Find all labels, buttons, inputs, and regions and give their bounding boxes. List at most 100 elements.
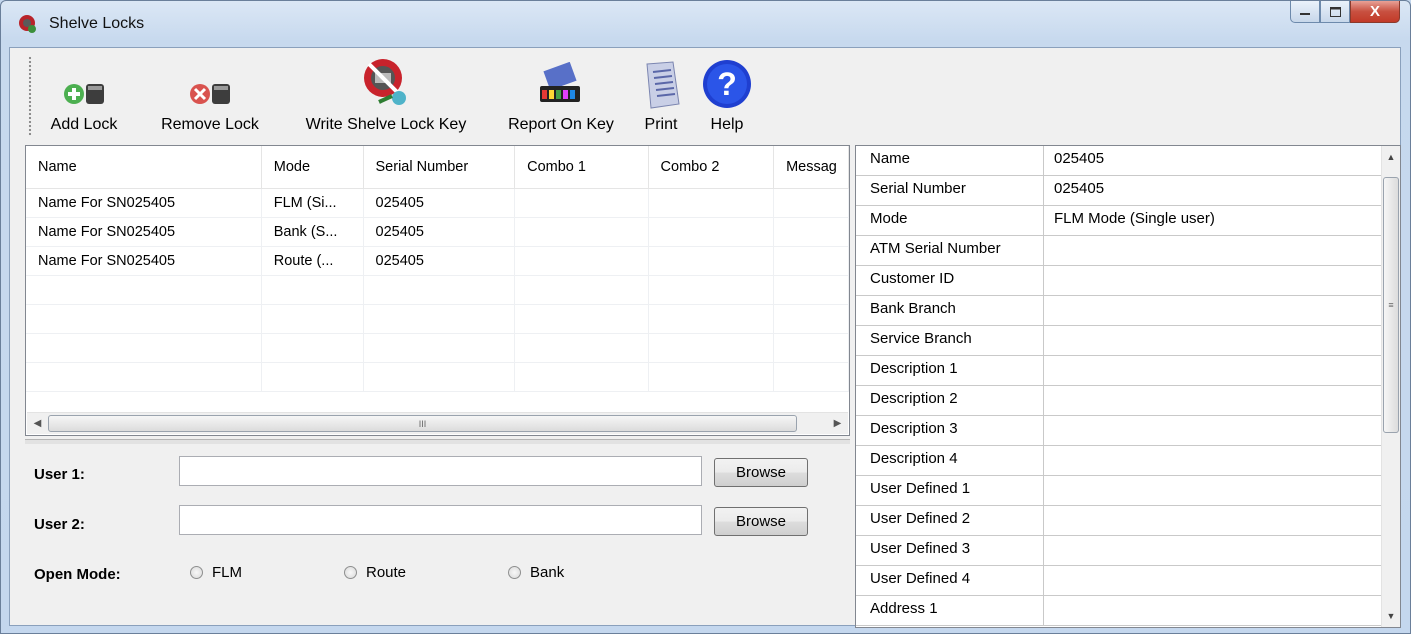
cell-mode: Bank (S... <box>261 217 364 247</box>
property-name: Mode <box>856 206 1044 235</box>
open-mode-route-radio[interactable]: Route <box>344 564 406 581</box>
scroll-up-arrow-icon[interactable]: ▲ <box>1382 148 1400 166</box>
property-row[interactable]: Description 1 <box>856 356 1400 386</box>
property-row[interactable]: Address 1 <box>856 596 1400 626</box>
client-area: Add Lock Remove Lock Write Shelve Lock K… <box>9 47 1401 628</box>
property-row[interactable]: Name 025405 <box>856 146 1400 176</box>
cell-combo-1 <box>514 217 649 247</box>
report-on-key-label: Report On Key <box>508 116 614 133</box>
caption-buttons: X <box>1290 1 1400 23</box>
scroll-left-arrow-icon[interactable]: ◀ <box>29 415 46 432</box>
add-lock-icon <box>64 84 104 104</box>
cell-message <box>773 217 849 247</box>
report-on-key-button[interactable]: Report On Key <box>499 52 623 140</box>
empty-row <box>26 362 849 392</box>
open-mode-flm-radio[interactable]: FLM <box>190 564 242 581</box>
property-value[interactable] <box>1044 296 1054 325</box>
open-mode-label: Open Mode: <box>34 566 121 583</box>
table-row[interactable]: Name For SN025405 Route (... 025405 <box>26 246 849 276</box>
property-row[interactable]: ATM Serial Number <box>856 236 1400 266</box>
property-value[interactable] <box>1044 596 1054 625</box>
column-header-name[interactable]: Name <box>26 146 262 189</box>
maximize-button[interactable] <box>1320 1 1350 23</box>
column-header-message[interactable]: Messag <box>773 146 849 189</box>
column-header-mode[interactable]: Mode <box>261 146 364 189</box>
help-label: Help <box>710 116 744 133</box>
radio-circle-icon <box>344 566 357 579</box>
property-value[interactable] <box>1044 416 1054 445</box>
property-row[interactable]: User Defined 4 <box>856 566 1400 596</box>
cell-mode: FLM (Si... <box>261 188 364 218</box>
property-row[interactable]: User Defined 1 <box>856 476 1400 506</box>
cell-combo-2 <box>648 246 775 276</box>
property-row[interactable]: Bank Branch <box>856 296 1400 326</box>
property-row[interactable]: User Defined 3 <box>856 536 1400 566</box>
property-value[interactable] <box>1044 236 1054 265</box>
property-value[interactable] <box>1044 566 1054 595</box>
toolbar-grip[interactable] <box>28 56 32 136</box>
cell-serial-number: 025405 <box>363 246 516 276</box>
property-row[interactable]: Description 2 <box>856 386 1400 416</box>
user-1-input[interactable] <box>179 456 702 486</box>
property-value[interactable] <box>1044 266 1054 295</box>
title-bar[interactable]: Shelve Locks X <box>1 1 1410 47</box>
horizontal-scrollbar[interactable]: ◀ III ▶ <box>27 412 848 434</box>
remove-lock-label: Remove Lock <box>161 116 259 133</box>
help-button[interactable]: ? Help <box>700 52 754 140</box>
scroll-right-arrow-icon[interactable]: ▶ <box>829 415 846 432</box>
print-icon <box>646 61 680 109</box>
browse-user-1-button[interactable]: Browse <box>714 458 808 487</box>
property-value[interactable] <box>1044 356 1054 385</box>
property-value[interactable]: 025405 <box>1044 146 1104 175</box>
property-value[interactable] <box>1044 386 1054 415</box>
horizontal-splitter[interactable] <box>25 439 850 444</box>
property-name: Bank Branch <box>856 296 1044 325</box>
property-value[interactable] <box>1044 326 1054 355</box>
locks-table: Name Mode Serial Number Combo 1 Combo 2 … <box>26 146 849 392</box>
property-value[interactable] <box>1044 476 1054 505</box>
write-shelve-lock-key-button[interactable]: Write Shelve Lock Key <box>286 52 486 140</box>
horizontal-scroll-thumb[interactable]: III <box>48 415 797 432</box>
table-row[interactable]: Name For SN025405 Bank (S... 025405 <box>26 217 849 247</box>
app-lock-icon <box>19 15 36 33</box>
cell-combo-1 <box>514 246 649 276</box>
property-name: Description 3 <box>856 416 1044 445</box>
remove-lock-button[interactable]: Remove Lock <box>148 52 272 140</box>
cell-mode: Route (... <box>261 246 364 276</box>
property-row[interactable]: Description 3 <box>856 416 1400 446</box>
user-2-label: User 2: <box>34 516 85 533</box>
close-button[interactable]: X <box>1350 1 1400 23</box>
column-header-combo-2[interactable]: Combo 2 <box>648 146 775 189</box>
scroll-down-arrow-icon[interactable]: ▼ <box>1382 607 1400 625</box>
locks-list-view[interactable]: Name Mode Serial Number Combo 1 Combo 2 … <box>25 145 850 436</box>
property-row[interactable]: Description 4 <box>856 446 1400 476</box>
open-mode-bank-radio[interactable]: Bank <box>508 564 564 581</box>
property-value[interactable] <box>1044 506 1054 535</box>
property-name: Description 1 <box>856 356 1044 385</box>
print-button[interactable]: Print <box>638 52 684 140</box>
property-value[interactable] <box>1044 536 1054 565</box>
minimize-button[interactable] <box>1290 1 1320 23</box>
property-name: Service Branch <box>856 326 1044 355</box>
property-value[interactable]: FLM Mode (Single user) <box>1044 206 1215 235</box>
application-window: Shelve Locks X Add Lock Remove Lock Writ… <box>0 0 1411 634</box>
property-name: Name <box>856 146 1044 175</box>
add-lock-label: Add Lock <box>50 116 118 133</box>
property-value[interactable]: 025405 <box>1044 176 1104 205</box>
column-header-combo-1[interactable]: Combo 1 <box>514 146 649 189</box>
table-row[interactable]: Name For SN025405 FLM (Si... 025405 <box>26 188 849 218</box>
vertical-scroll-thumb[interactable]: ≡ <box>1383 177 1399 433</box>
properties-grid[interactable]: Name 025405 Serial Number 025405 Mode FLM M… <box>855 145 1401 628</box>
property-row[interactable]: Customer ID <box>856 266 1400 296</box>
property-row[interactable]: User Defined 2 <box>856 506 1400 536</box>
column-header-serial-number[interactable]: Serial Number <box>363 146 516 189</box>
property-row[interactable]: Service Branch <box>856 326 1400 356</box>
browse-user-2-button[interactable]: Browse <box>714 507 808 536</box>
property-row[interactable]: Mode FLM Mode (Single user) <box>856 206 1400 236</box>
property-name: User Defined 3 <box>856 536 1044 565</box>
user-2-input[interactable] <box>179 505 702 535</box>
property-row[interactable]: Serial Number 025405 <box>856 176 1400 206</box>
add-lock-button[interactable]: Add Lock <box>38 52 130 140</box>
property-value[interactable] <box>1044 446 1054 475</box>
vertical-scrollbar[interactable]: ▲ ≡ ▼ <box>1381 146 1400 627</box>
